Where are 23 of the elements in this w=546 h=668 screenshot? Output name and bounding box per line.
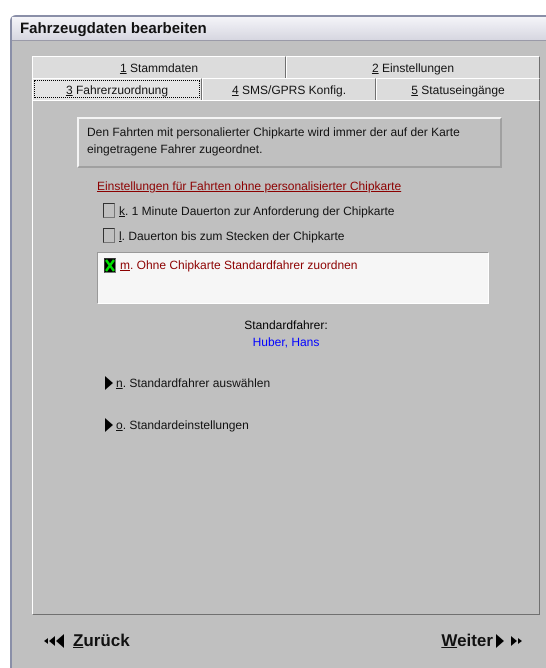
play-arrow-icon	[105, 417, 113, 433]
action-link[interactable]: n. Standardfahrer auswählen	[116, 376, 270, 390]
next-button[interactable]: Weiter	[441, 631, 493, 651]
tab[interactable]: 1 Stammdaten	[32, 56, 286, 78]
default-driver-label: Standardfahrer:	[244, 318, 328, 332]
fast-forward-icon	[496, 633, 522, 649]
tab[interactable]: 3 Fahrerzuordnung	[32, 78, 202, 100]
default-driver-name: Huber, Hans	[252, 335, 320, 349]
option-label[interactable]: k. 1 Minute Dauerton zur Anforderung der Chipkarte	[119, 204, 394, 218]
option-label[interactable]: l. Dauerton bis zum Stecken der Chipkarte	[119, 228, 344, 242]
checkbox[interactable]	[103, 228, 115, 243]
tab[interactable]: 2 Einstellungen	[286, 56, 540, 78]
tab[interactable]: 5 Statuseingänge	[376, 78, 540, 100]
action-link[interactable]: o. Standardeinstellungen	[116, 418, 249, 432]
option-label[interactable]: m. Ohne Chipkarte Standardfahrer zuordnen	[120, 258, 358, 272]
checkbox[interactable]	[103, 203, 115, 218]
window-title: Fahrzeugdaten bearbeiten	[12, 17, 546, 41]
section-link[interactable]: Einstellungen für Fahrten ohne personalisierter Chipkarte	[97, 179, 402, 193]
checkbox[interactable]	[104, 258, 116, 273]
info-text: Den Fahrten mit personalierter Chipkarte wird immer der auf der Karte eingetragene Fahrer zugeordnet.	[77, 117, 502, 168]
play-arrow-icon	[105, 375, 113, 391]
tab[interactable]: 4 SMS/GPRS Konfig.	[202, 78, 376, 100]
back-button[interactable]: Zurück	[73, 631, 130, 651]
